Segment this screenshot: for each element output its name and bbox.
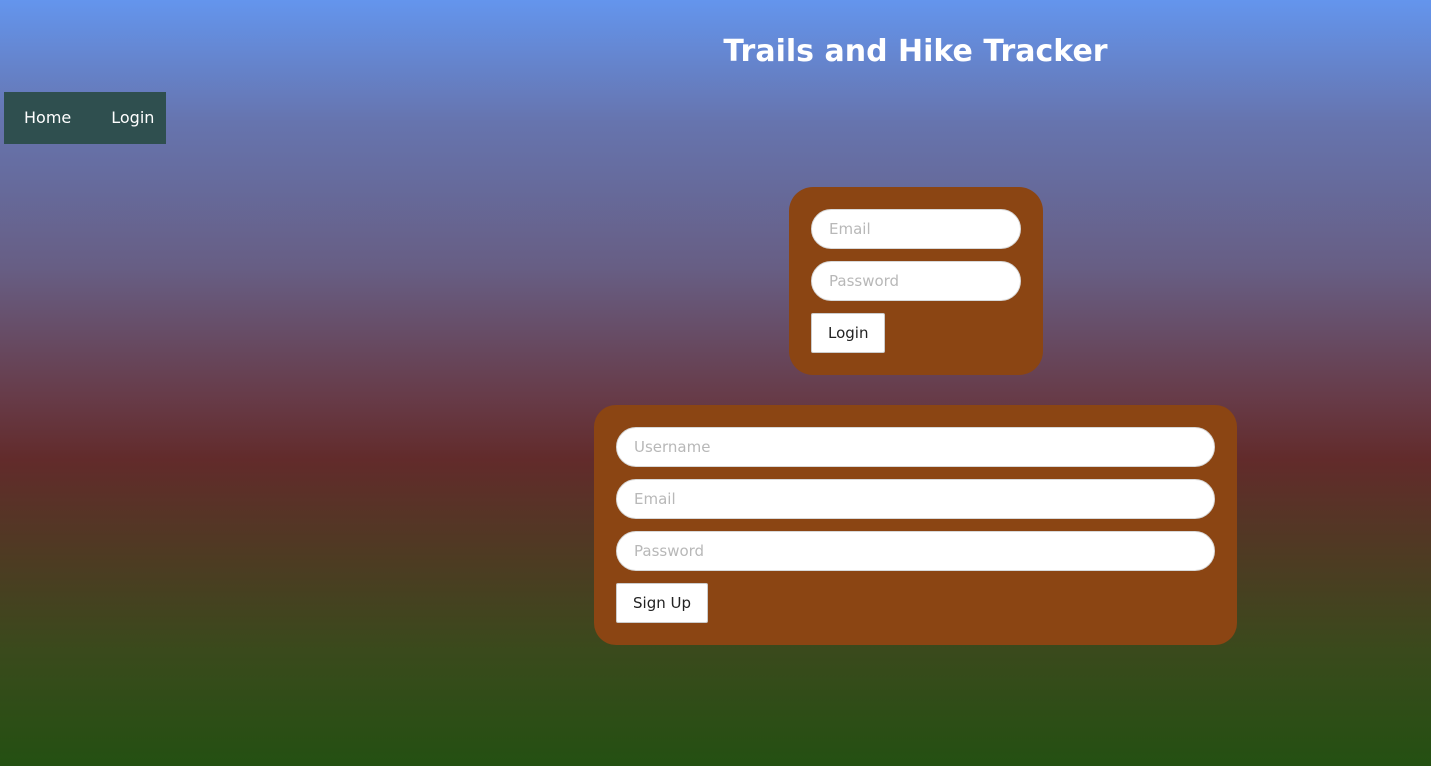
signup-username-input[interactable] bbox=[616, 427, 1215, 467]
nav-bar: Home Login bbox=[4, 92, 166, 144]
signup-password-input[interactable] bbox=[616, 531, 1215, 571]
nav-link-home[interactable]: Home bbox=[4, 92, 91, 144]
login-email-input[interactable] bbox=[811, 209, 1021, 249]
nav-link-login[interactable]: Login bbox=[91, 92, 174, 144]
signup-button[interactable]: Sign Up bbox=[616, 583, 708, 623]
signup-form: Sign Up bbox=[594, 405, 1237, 645]
login-form: Login bbox=[789, 187, 1043, 375]
page-title: Trails and Hike Tracker bbox=[723, 34, 1108, 69]
signup-email-input[interactable] bbox=[616, 479, 1215, 519]
login-password-input[interactable] bbox=[811, 261, 1021, 301]
login-button[interactable]: Login bbox=[811, 313, 886, 353]
